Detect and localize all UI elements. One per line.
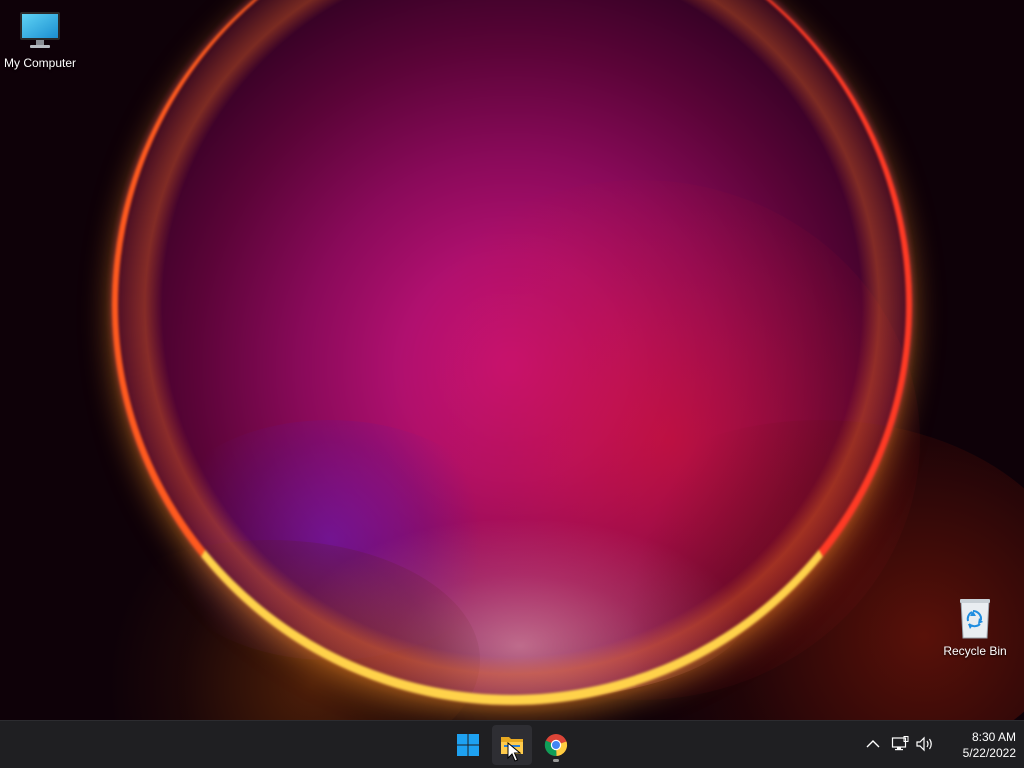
windows-logo-icon <box>457 734 479 756</box>
clock-time: 8:30 AM <box>971 730 1016 744</box>
monitor-icon <box>18 8 62 52</box>
show-hidden-icons-button[interactable] <box>862 733 884 755</box>
running-indicator <box>553 759 559 762</box>
start-button[interactable] <box>448 725 488 765</box>
volume-button[interactable] <box>914 733 936 755</box>
mouse-cursor-icon <box>507 742 521 762</box>
desktop-icon-label: Recycle Bin <box>943 644 1007 658</box>
chrome-icon <box>544 734 568 757</box>
volume-icon <box>916 736 932 752</box>
desktop-icon-my-computer[interactable]: My Computer <box>0 8 80 70</box>
chrome-button[interactable] <box>536 725 576 765</box>
desktop[interactable]: My Computer Recycle Bin <box>0 0 1024 720</box>
recycle-bin-icon <box>953 596 997 640</box>
network-icon <box>891 736 909 751</box>
desktop-icon-label: My Computer <box>3 56 77 70</box>
desktop-icon-recycle-bin[interactable]: Recycle Bin <box>935 596 1015 658</box>
clock-date: 5/22/2022 <box>962 746 1016 760</box>
chevron-up-icon <box>866 740 880 748</box>
network-button[interactable] <box>889 733 911 755</box>
clock[interactable]: 8:30 AM 5/22/2022 <box>940 729 1016 761</box>
